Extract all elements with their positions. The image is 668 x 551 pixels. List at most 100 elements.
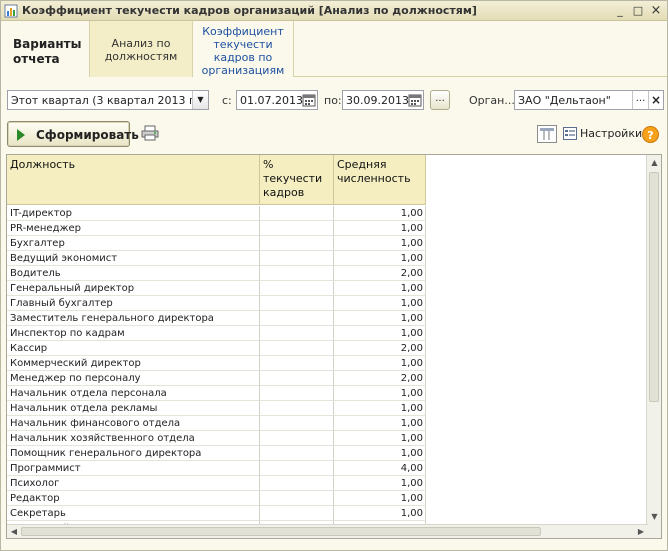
cell-turnover — [260, 221, 334, 236]
cell-turnover — [260, 236, 334, 251]
variant-tab-by-position[interactable]: Анализ по должностям — [89, 21, 192, 77]
cell-position: Бухгалтер — [7, 236, 260, 251]
cell-average: 1,00 — [334, 311, 426, 326]
close-icon[interactable]: × — [649, 4, 663, 18]
generate-button[interactable]: Сформировать — [7, 121, 139, 147]
calendar-icon[interactable] — [302, 93, 316, 107]
organization-field[interactable]: ЗАО "Дельтаон" ... × — [514, 90, 664, 110]
minimize-icon[interactable]: _ — [613, 4, 627, 18]
table-row[interactable]: Ведущий экономист 1,00 — [7, 251, 426, 266]
cell-turnover — [260, 281, 334, 296]
window-title: Коэффициент текучести кадров организаций… — [22, 4, 477, 17]
cell-turnover — [260, 506, 334, 521]
table-row[interactable]: Инспектор по кадрам 1,00 — [7, 326, 426, 341]
cell-position: Менеджер по персоналу — [7, 371, 260, 386]
cell-average: 2,00 — [334, 341, 426, 356]
cell-position: Редактор — [7, 491, 260, 506]
cell-average: 2,00 — [334, 266, 426, 281]
column-header-position: Должность — [7, 155, 260, 205]
variants-header: Варианты отчета — [1, 21, 89, 77]
table-row[interactable]: Водитель 2,00 — [7, 266, 426, 281]
cell-position: Начальник отдела персонала — [7, 386, 260, 401]
cell-position: Начальник отдела рекламы — [7, 401, 260, 416]
vertical-scrollbar[interactable]: ▲ ▼ — [646, 155, 661, 538]
cell-average: 1,00 — [334, 356, 426, 371]
scroll-up-icon[interactable]: ▲ — [647, 155, 661, 170]
report-variants-panel: Варианты отчета Анализ по должностям Коэ… — [1, 21, 667, 77]
settings-button[interactable]: Настройки — [580, 127, 642, 140]
cell-position: Помощник генерального директора — [7, 446, 260, 461]
table-row[interactable]: Менеджер по персоналу 2,00 — [7, 371, 426, 386]
report-icon — [4, 4, 18, 18]
table-row[interactable]: Начальник финансового отдела 1,00 — [7, 416, 426, 431]
cell-position: Ведущий экономист — [7, 251, 260, 266]
period-select[interactable]: Этот квартал (3 квартал 2013 г.) ▼ — [7, 90, 209, 110]
table-row[interactable]: Заместитель генерального директора 1,00 — [7, 311, 426, 326]
table-row[interactable]: Программист 4,00 — [7, 461, 426, 476]
table-row[interactable]: Редактор 1,00 — [7, 491, 426, 506]
table-row[interactable]: PR-менеджер 1,00 — [7, 221, 426, 236]
generate-button-label: Сформировать — [36, 128, 139, 142]
print-icon[interactable] — [141, 125, 159, 141]
scroll-thumb[interactable] — [649, 172, 659, 402]
scroll-right-icon[interactable]: ▶ — [634, 525, 648, 538]
cell-average: 1,00 — [334, 326, 426, 341]
help-icon[interactable]: ? — [642, 126, 659, 143]
table-row[interactable]: Секретарь 1,00 — [7, 506, 426, 521]
table-row[interactable]: Генеральный директор 1,00 — [7, 281, 426, 296]
cell-position: Заместитель генерального директора — [7, 311, 260, 326]
clear-icon[interactable]: × — [648, 91, 663, 109]
variant-tab-by-organization[interactable]: Коэффициент текучести кадров по организа… — [192, 21, 294, 77]
scroll-left-icon[interactable]: ◀ — [7, 525, 21, 538]
to-label: по: — [324, 94, 342, 107]
cell-turnover — [260, 386, 334, 401]
to-date-field[interactable]: 30.09.2013 — [342, 90, 424, 110]
cell-average: 1,00 — [334, 236, 426, 251]
cell-position: Коммерческий директор — [7, 356, 260, 371]
calendar-icon[interactable] — [408, 93, 422, 107]
cell-position: Программист — [7, 461, 260, 476]
table-row[interactable]: Коммерческий директор 1,00 — [7, 356, 426, 371]
table-row[interactable]: Начальник отдела персонала 1,00 — [7, 386, 426, 401]
from-date-field[interactable]: 01.07.2013 — [236, 90, 318, 110]
column-header-turnover: % текучести кадров — [260, 155, 334, 205]
scroll-thumb[interactable] — [21, 527, 541, 536]
table-row[interactable]: Главный бухгалтер 1,00 — [7, 296, 426, 311]
cell-average: 1,00 — [334, 251, 426, 266]
layout-icon[interactable] — [537, 125, 557, 143]
cell-turnover — [260, 371, 334, 386]
chevron-down-icon[interactable]: ▼ — [192, 91, 208, 109]
cell-position: Начальник хозяйственного отдела — [7, 431, 260, 446]
cell-turnover — [260, 416, 334, 431]
table-row[interactable]: Помощник генерального директора 1,00 — [7, 446, 426, 461]
organization-label: Орган... — [469, 94, 515, 107]
cell-average: 1,00 — [334, 206, 426, 221]
cell-average: 1,00 — [334, 401, 426, 416]
cell-average: 1,00 — [334, 386, 426, 401]
scroll-down-icon[interactable]: ▼ — [647, 509, 661, 524]
cell-average: 1,00 — [334, 506, 426, 521]
table-row[interactable]: Начальник хозяйственного отдела 1,00 — [7, 431, 426, 446]
maximize-icon[interactable]: □ — [631, 4, 645, 18]
cell-turnover — [260, 341, 334, 356]
cell-turnover — [260, 491, 334, 506]
cell-average: 1,00 — [334, 221, 426, 236]
report-table[interactable]: Должность % текучести кадров Средняя чис… — [6, 154, 662, 539]
cell-position: Главный бухгалтер — [7, 296, 260, 311]
organization-choose-button[interactable]: ... — [632, 91, 648, 109]
period-settings-button[interactable]: ... — [430, 90, 450, 110]
table-row[interactable]: Бухгалтер 1,00 — [7, 236, 426, 251]
cell-position: Генеральный директор — [7, 281, 260, 296]
cell-position: Инспектор по кадрам — [7, 326, 260, 341]
period-value: Этот квартал (3 квартал 2013 г.) — [11, 94, 203, 107]
horizontal-scrollbar[interactable]: ◀ ▶ — [7, 524, 648, 538]
table-row[interactable]: Психолог 1,00 — [7, 476, 426, 491]
table-row[interactable]: Начальник отдела рекламы 1,00 — [7, 401, 426, 416]
settings-icon[interactable] — [563, 127, 577, 140]
cell-turnover — [260, 446, 334, 461]
table-row[interactable]: IT-директор 1,00 — [7, 206, 426, 221]
cell-position: IT-директор — [7, 206, 260, 221]
cell-turnover — [260, 476, 334, 491]
cell-position: Водитель — [7, 266, 260, 281]
table-row[interactable]: Кассир 2,00 — [7, 341, 426, 356]
